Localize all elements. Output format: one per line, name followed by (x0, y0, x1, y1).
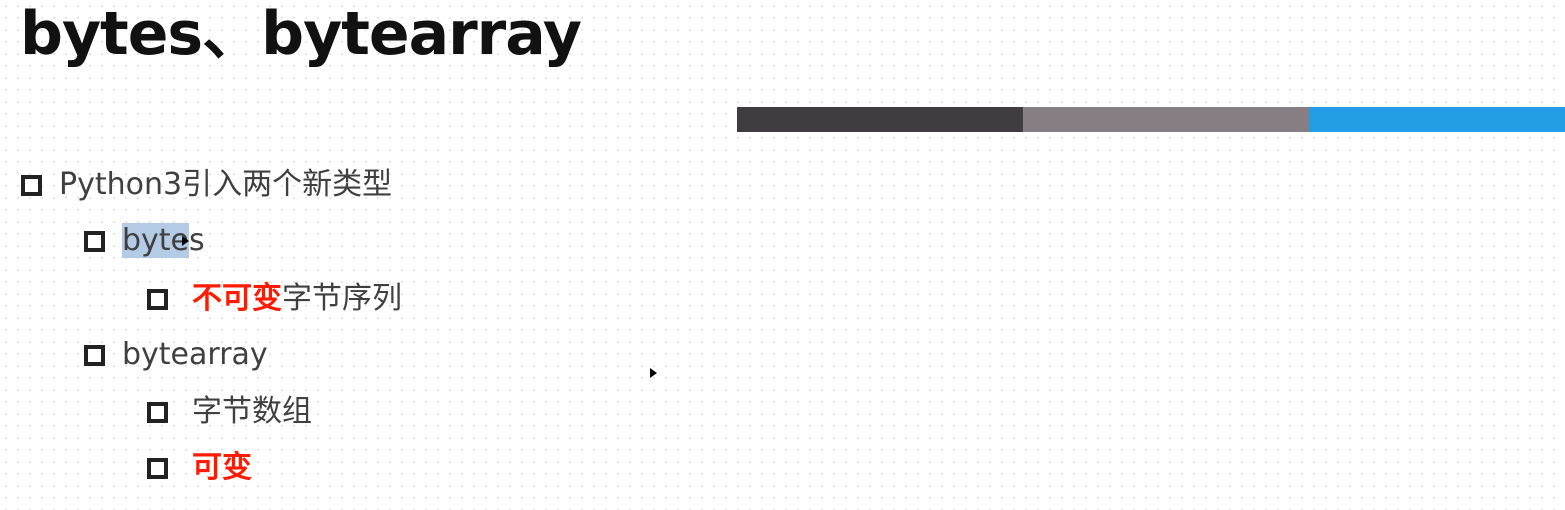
selected-text[interactable]: byte (122, 223, 190, 258)
mouse-pointer-icon (650, 368, 657, 378)
bullet-item-python3-new-types: Python3引入两个新类型 (21, 165, 392, 205)
square-bullet-icon (147, 401, 168, 423)
square-bullet-icon (21, 174, 42, 196)
text-cursor-icon (182, 236, 189, 246)
square-bullet-icon (84, 344, 105, 366)
unselected-text[interactable]: s (189, 223, 205, 258)
bullet-text: Python3引入两个新类型 (59, 167, 393, 202)
bullet-text: 字节数组 (192, 394, 312, 429)
bullet-item-byte-array: 字节数组 (147, 392, 312, 432)
bullet-item-mutable: 可变 (147, 448, 252, 488)
emphasis-text: 不可变 (192, 281, 282, 316)
accent-bar-gray (1023, 107, 1309, 132)
accent-bar-dark (737, 107, 1023, 132)
bullet-text: bytearray (122, 337, 268, 372)
accent-bar-blue (1309, 107, 1565, 132)
bullet-item-immutable-byte-sequence: 不可变 字节序列 (147, 279, 402, 319)
square-bullet-icon (84, 230, 105, 252)
square-bullet-icon (147, 288, 168, 310)
slide-title: bytes、bytearray (20, 0, 582, 69)
bullet-item-bytearray: bytearray (84, 335, 268, 375)
bullet-text[interactable]: bytes (122, 221, 205, 261)
square-bullet-icon (147, 457, 168, 479)
emphasis-text: 可变 (192, 450, 252, 485)
bullet-text: 字节序列 (282, 281, 402, 316)
